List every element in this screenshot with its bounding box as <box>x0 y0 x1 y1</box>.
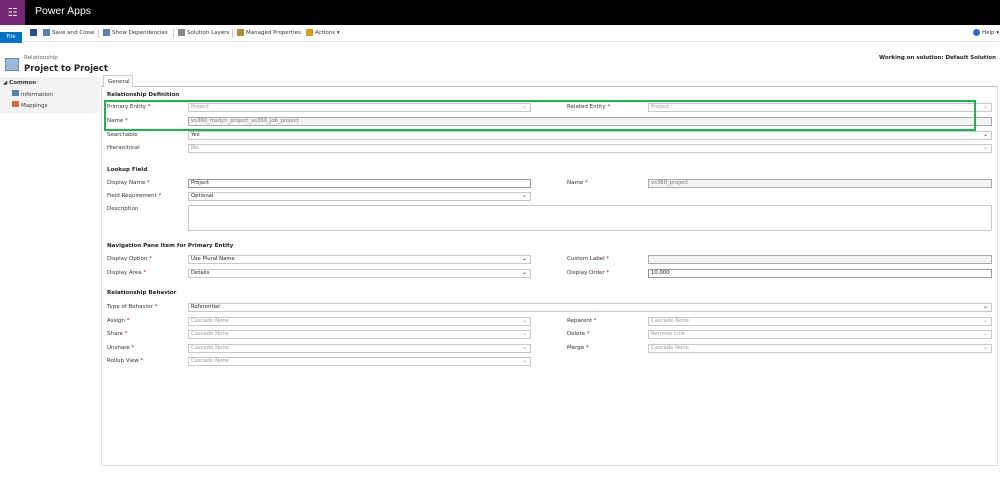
assign-label: Assign * <box>107 318 130 324</box>
save-icon <box>30 29 37 36</box>
custom-label-label: Custom Label * <box>567 256 610 262</box>
section-title: Lookup Field <box>107 167 148 173</box>
custom-label-input[interactable] <box>648 255 992 264</box>
actions-icon <box>306 29 313 36</box>
entity-type: Relationship <box>24 55 58 61</box>
assign-select[interactable]: Cascade None ⌄ <box>188 317 531 326</box>
display-option-label: Display Option * <box>107 256 152 262</box>
searchable-label: Searchable <box>107 132 138 138</box>
section-title: Navigation Pane Item for Primary Entity <box>107 243 234 249</box>
description-textarea[interactable] <box>188 205 992 231</box>
display-name-label: Display Name * <box>107 180 150 186</box>
section-title: Relationship Behavior <box>107 290 177 296</box>
chevron-down-icon: ⌄ <box>982 103 988 110</box>
managed-properties-button[interactable]: Managed Properties <box>237 29 301 36</box>
help-button[interactable]: Help ▾ <box>973 29 999 36</box>
actions-button[interactable]: Actions ▾ <box>306 29 340 36</box>
solution-layers-label: Solution Layers <box>187 30 230 36</box>
nav-group-label: Common <box>9 80 37 86</box>
delete-select[interactable]: Remove Link ⌄ <box>648 330 992 339</box>
searchable-select[interactable]: Yes ⌄ <box>188 131 992 140</box>
tab-general[interactable]: General <box>103 75 133 87</box>
field-requirement-select[interactable]: Optional ⌄ <box>188 192 531 201</box>
show-dependencies-button[interactable]: Show Dependencies <box>103 29 168 36</box>
dependencies-icon <box>103 29 110 36</box>
chevron-down-icon: ⌄ <box>982 330 988 337</box>
nav-group-common[interactable]: ◢ Common <box>3 80 36 86</box>
rollup-view-label: Rollup View * <box>107 358 144 364</box>
chevron-down-icon: ⌄ <box>982 144 988 151</box>
field-requirement-label: Field Requirement * <box>107 193 162 199</box>
solution-label: Working on solution: Default Solution <box>879 55 996 61</box>
chevron-down-icon: ⌄ <box>521 330 527 337</box>
delete-label: Delete * <box>567 331 590 337</box>
save-and-close-label: Save and Close <box>52 30 95 36</box>
lookup-name-label: Name * <box>567 180 588 186</box>
show-dependencies-label: Show Dependencies <box>112 30 168 36</box>
hierarchical-label: Hierarchical <box>107 145 140 151</box>
save-and-close-button[interactable]: Save and Close <box>43 29 94 36</box>
section-title: Relationship Definition <box>107 92 180 98</box>
description-label: Description <box>107 206 139 212</box>
chevron-down-icon: ⌄ <box>982 303 988 310</box>
actions-label: Actions <box>315 30 336 36</box>
mappings-icon <box>12 101 19 107</box>
nav-item-label: Information <box>21 92 53 98</box>
divider <box>98 29 99 38</box>
type-of-behavior-label: Type of Behavior * <box>107 304 158 310</box>
reparent-select[interactable]: Cascade None ⌄ <box>648 317 992 326</box>
chevron-down-icon: ⌄ <box>521 255 527 262</box>
share-select[interactable]: Cascade None ⌄ <box>188 330 531 339</box>
managed-properties-label: Managed Properties <box>246 30 301 36</box>
solution-layers-button[interactable]: Solution Layers <box>178 29 229 36</box>
chevron-down-icon: ⌄ <box>982 317 988 324</box>
display-area-label: Display Area * <box>107 270 147 276</box>
page-title: Project to Project <box>24 64 108 74</box>
chevron-down-icon: ⌄ <box>521 344 527 351</box>
app-title: Power Apps <box>35 5 92 17</box>
unshare-label: Unshare * <box>107 345 135 351</box>
nav-item-information[interactable]: Information <box>12 90 53 98</box>
unshare-select[interactable]: Cascade None ⌄ <box>188 344 531 353</box>
divider <box>173 29 174 38</box>
save-close-icon <box>43 29 50 36</box>
display-option-select[interactable]: Use Plural Name ⌄ <box>188 255 531 264</box>
save-button[interactable] <box>30 29 39 36</box>
display-order-input[interactable]: 10,000 <box>648 269 992 278</box>
information-icon <box>12 90 19 96</box>
type-of-behavior-select[interactable]: Referential ⌄ <box>188 303 992 312</box>
chevron-down-icon: ⌄ <box>521 357 527 364</box>
file-button[interactable]: File <box>0 32 22 43</box>
managed-properties-icon <box>237 29 244 36</box>
nav-item-mappings[interactable]: Mappings <box>12 101 47 109</box>
merge-select[interactable]: Cascade None ⌄ <box>648 344 992 353</box>
chevron-down-icon: ⌄ <box>521 269 527 276</box>
display-area-select[interactable]: Details ⌄ <box>188 269 531 278</box>
help-label: Help <box>982 30 995 36</box>
hierarchical-select[interactable]: No ⌄ <box>188 144 992 153</box>
chevron-down-icon: ⌄ <box>521 317 527 324</box>
nav-item-label: Mappings <box>21 103 48 109</box>
top-bar <box>0 0 1000 25</box>
chevron-down-icon: ⌄ <box>521 192 527 199</box>
relationship-icon <box>5 58 19 71</box>
waffle-icon[interactable]: ☷ <box>0 0 25 25</box>
chevron-down-icon: ⌄ <box>982 344 988 351</box>
lookup-name-field[interactable]: vs360_project <box>648 179 992 188</box>
highlight-box <box>104 100 976 131</box>
display-name-input[interactable]: Project <box>188 179 531 188</box>
divider <box>232 29 233 38</box>
display-order-label: Display Order * <box>567 270 610 276</box>
reparent-label: Reparent * <box>567 318 597 324</box>
merge-label: Merge * <box>567 345 589 351</box>
rollup-view-select[interactable]: Cascade None ⌄ <box>188 357 531 366</box>
layers-icon <box>178 29 185 36</box>
help-icon <box>973 29 980 36</box>
chevron-down-icon: ⌄ <box>982 131 988 138</box>
share-label: Share * <box>107 331 128 337</box>
